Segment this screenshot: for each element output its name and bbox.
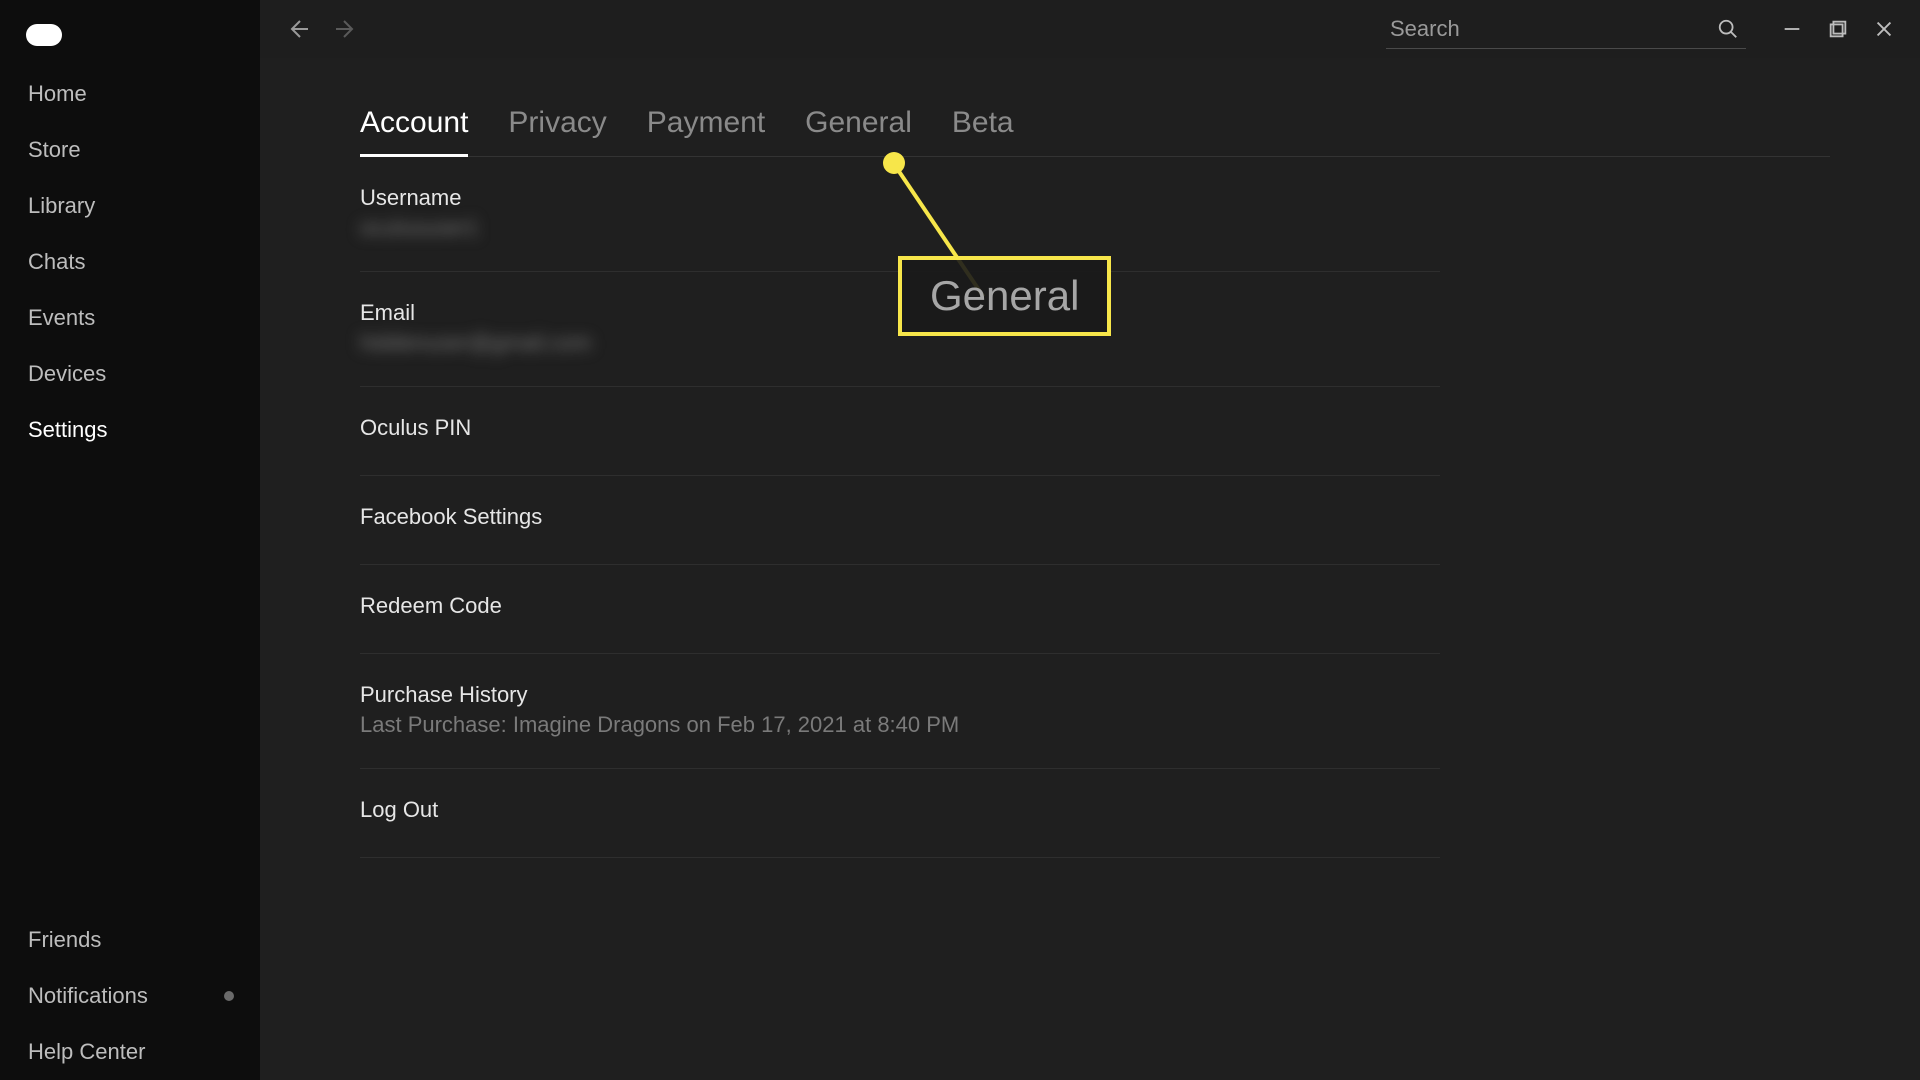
maximize-button[interactable]: [1820, 11, 1856, 47]
sidebar-item-store[interactable]: Store: [0, 122, 260, 178]
section-redeem-code[interactable]: Redeem Code: [360, 565, 1440, 654]
main-panel: Account Privacy Payment General Beta Use…: [260, 0, 1920, 1080]
sidebar-item-label: Notifications: [28, 983, 148, 1008]
username-label: Username: [360, 185, 1440, 211]
minimize-icon: [1781, 18, 1803, 40]
annotation-dot-icon: [883, 152, 905, 174]
sidebar-item-settings[interactable]: Settings: [0, 402, 260, 458]
settings-content: Account Privacy Payment General Beta Use…: [260, 58, 1920, 1080]
sidebar: Home Store Library Chats Events Devices …: [0, 0, 260, 1080]
redeem-code-label: Redeem Code: [360, 593, 1440, 619]
username-value: oculususer1: [360, 215, 1440, 241]
arrow-left-icon: [286, 17, 310, 41]
back-button[interactable]: [278, 9, 318, 49]
sidebar-item-friends[interactable]: Friends: [0, 912, 260, 968]
sidebar-item-library[interactable]: Library: [0, 178, 260, 234]
topbar: [260, 0, 1920, 58]
section-facebook-settings[interactable]: Facebook Settings: [360, 476, 1440, 565]
close-window-button[interactable]: [1866, 11, 1902, 47]
purchase-history-value: Last Purchase: Imagine Dragons on Feb 17…: [360, 712, 1440, 738]
search-input[interactable]: [1386, 10, 1700, 48]
maximize-icon: [1827, 18, 1849, 40]
section-purchase-history[interactable]: Purchase History Last Purchase: Imagine …: [360, 654, 1440, 769]
sidebar-item-devices[interactable]: Devices: [0, 346, 260, 402]
arrow-right-icon: [334, 17, 358, 41]
tab-payment[interactable]: Payment: [647, 106, 765, 156]
sidebar-item-notifications[interactable]: Notifications: [0, 968, 260, 1024]
sidebar-item-chats[interactable]: Chats: [0, 234, 260, 290]
minimize-button[interactable]: [1774, 11, 1810, 47]
oculus-pin-label: Oculus PIN: [360, 415, 1440, 441]
close-icon: [1873, 18, 1895, 40]
annotation-callout: General: [898, 256, 1111, 336]
tab-account[interactable]: Account: [360, 106, 468, 156]
notification-dot-icon: [224, 991, 234, 1001]
search-button[interactable]: [1710, 11, 1746, 47]
log-out-label: Log Out: [360, 797, 1440, 823]
sidebar-item-help-center[interactable]: Help Center: [0, 1024, 260, 1080]
section-log-out[interactable]: Log Out: [360, 769, 1440, 858]
annotation-text: General: [930, 272, 1079, 319]
search-icon: [1717, 18, 1739, 40]
sidebar-item-events[interactable]: Events: [0, 290, 260, 346]
search-wrap: [1386, 10, 1746, 49]
sidebar-item-home[interactable]: Home: [0, 66, 260, 122]
tab-general[interactable]: General: [805, 106, 912, 156]
section-oculus-pin[interactable]: Oculus PIN: [360, 387, 1440, 476]
tab-privacy[interactable]: Privacy: [508, 106, 606, 156]
oculus-logo-icon[interactable]: [26, 24, 62, 46]
facebook-settings-label: Facebook Settings: [360, 504, 1440, 530]
forward-button[interactable]: [326, 9, 366, 49]
settings-tabs: Account Privacy Payment General Beta: [360, 106, 1830, 157]
purchase-history-label: Purchase History: [360, 682, 1440, 708]
tab-beta[interactable]: Beta: [952, 106, 1014, 156]
